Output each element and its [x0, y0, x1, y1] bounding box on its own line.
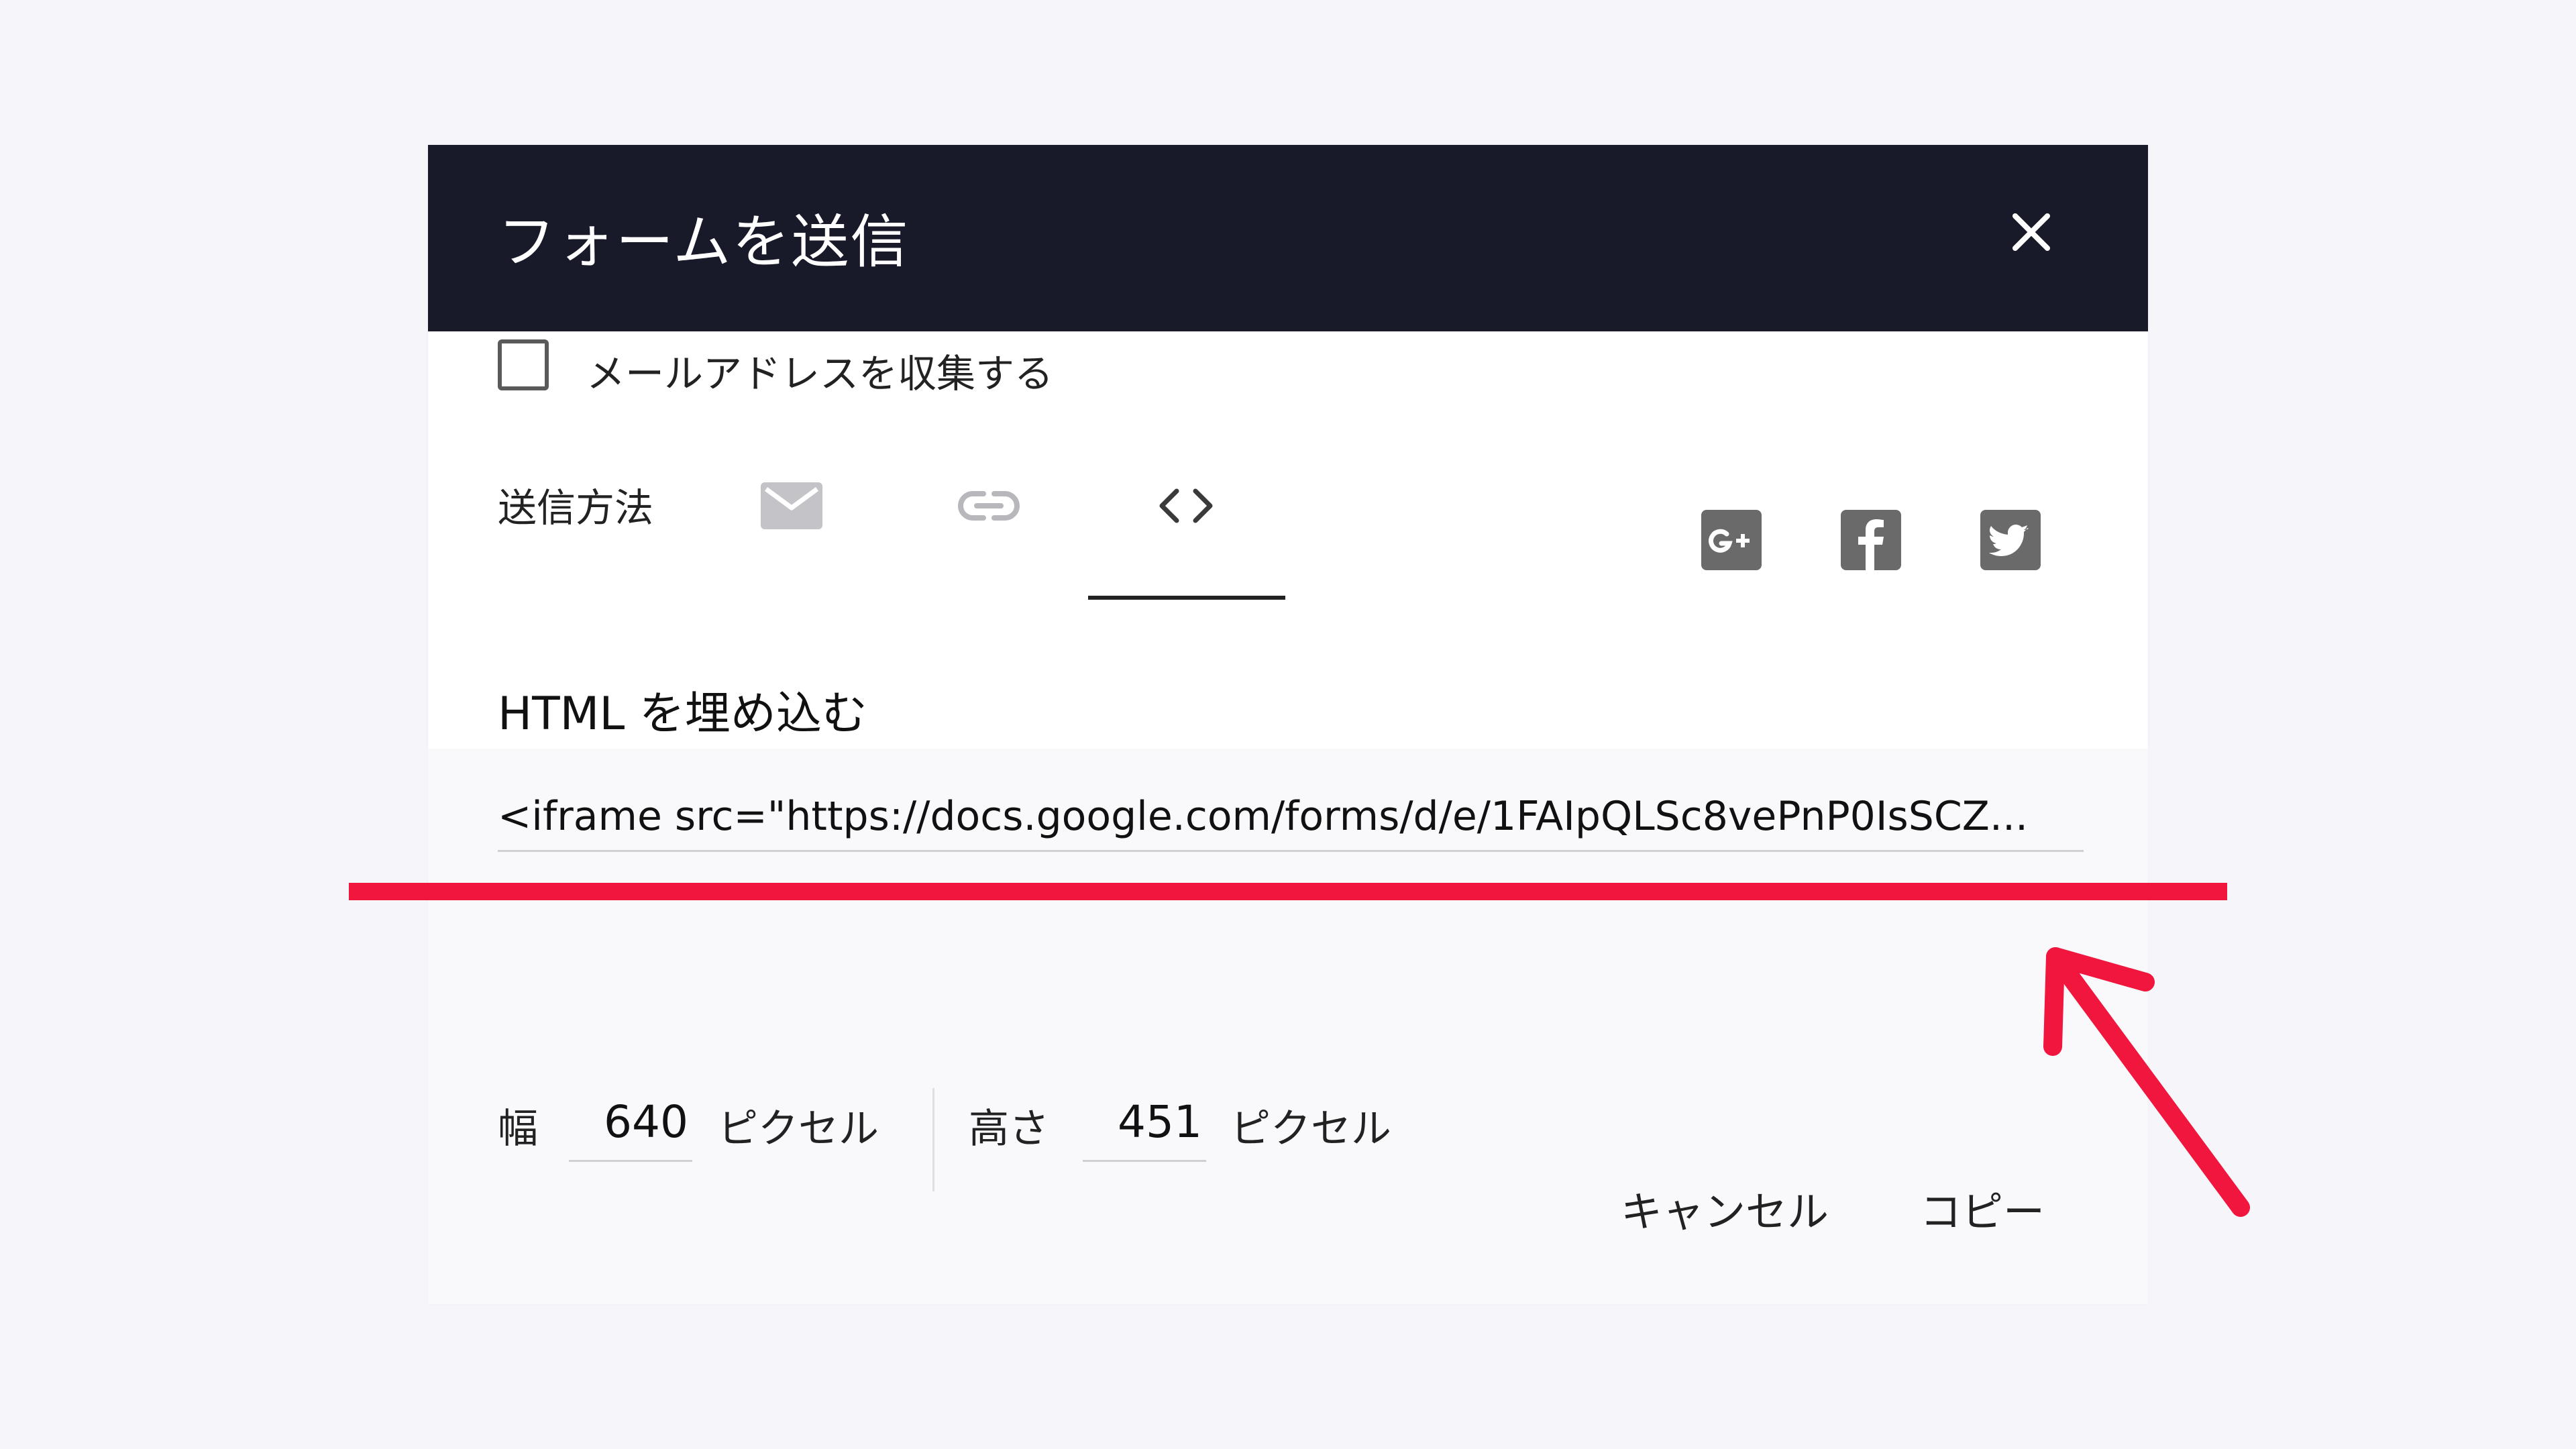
share-google-plus-button[interactable]	[1701, 510, 1762, 570]
twitter-icon	[1980, 510, 2041, 570]
email-icon	[761, 482, 822, 529]
dialog-header: フォームを送信	[428, 145, 2148, 331]
screen: フォームを送信 メールアドレスを収集する 送信方法 HTML を埋め込む <if…	[0, 0, 2576, 1449]
dimension-divider	[932, 1088, 934, 1191]
embed-code-field[interactable]	[498, 782, 2084, 852]
width-unit-label: ピクセル	[718, 1106, 879, 1152]
close-icon	[2012, 213, 2050, 251]
send-via-label: 送信方法	[498, 485, 654, 531]
collect-email-checkbox[interactable]	[498, 339, 549, 390]
send-form-dialog: フォームを送信 メールアドレスを収集する 送信方法 HTML を埋め込む <if…	[428, 145, 2148, 1304]
share-facebook-button[interactable]	[1841, 510, 1901, 570]
share-twitter-button[interactable]	[1980, 510, 2041, 570]
width-label: 幅	[498, 1106, 538, 1152]
tab-email[interactable]	[694, 447, 890, 565]
facebook-icon	[1841, 510, 1901, 570]
height-label: 高さ	[969, 1106, 1049, 1152]
annotation-arrow-icon	[2043, 947, 2250, 1217]
collect-email-label: メールアドレスを収集する	[586, 351, 1054, 396]
annotation-underline	[349, 883, 2227, 900]
google-plus-icon	[1701, 510, 1762, 570]
tab-embed-html[interactable]	[1088, 447, 1284, 565]
tab-link[interactable]	[891, 447, 1087, 565]
embed-html-title: HTML を埋め込む	[498, 688, 867, 741]
dialog-title: フォームを送信	[498, 209, 910, 276]
link-icon	[958, 491, 1020, 521]
selected-tab-indicator	[1088, 596, 1285, 600]
embed-code-icon	[1159, 488, 1213, 523]
width-input[interactable]	[569, 1084, 692, 1162]
height-input[interactable]	[1083, 1084, 1206, 1162]
close-button[interactable]	[1991, 192, 2072, 272]
height-unit-label: ピクセル	[1230, 1106, 1391, 1152]
cancel-button[interactable]: キャンセル	[1621, 1178, 1829, 1238]
